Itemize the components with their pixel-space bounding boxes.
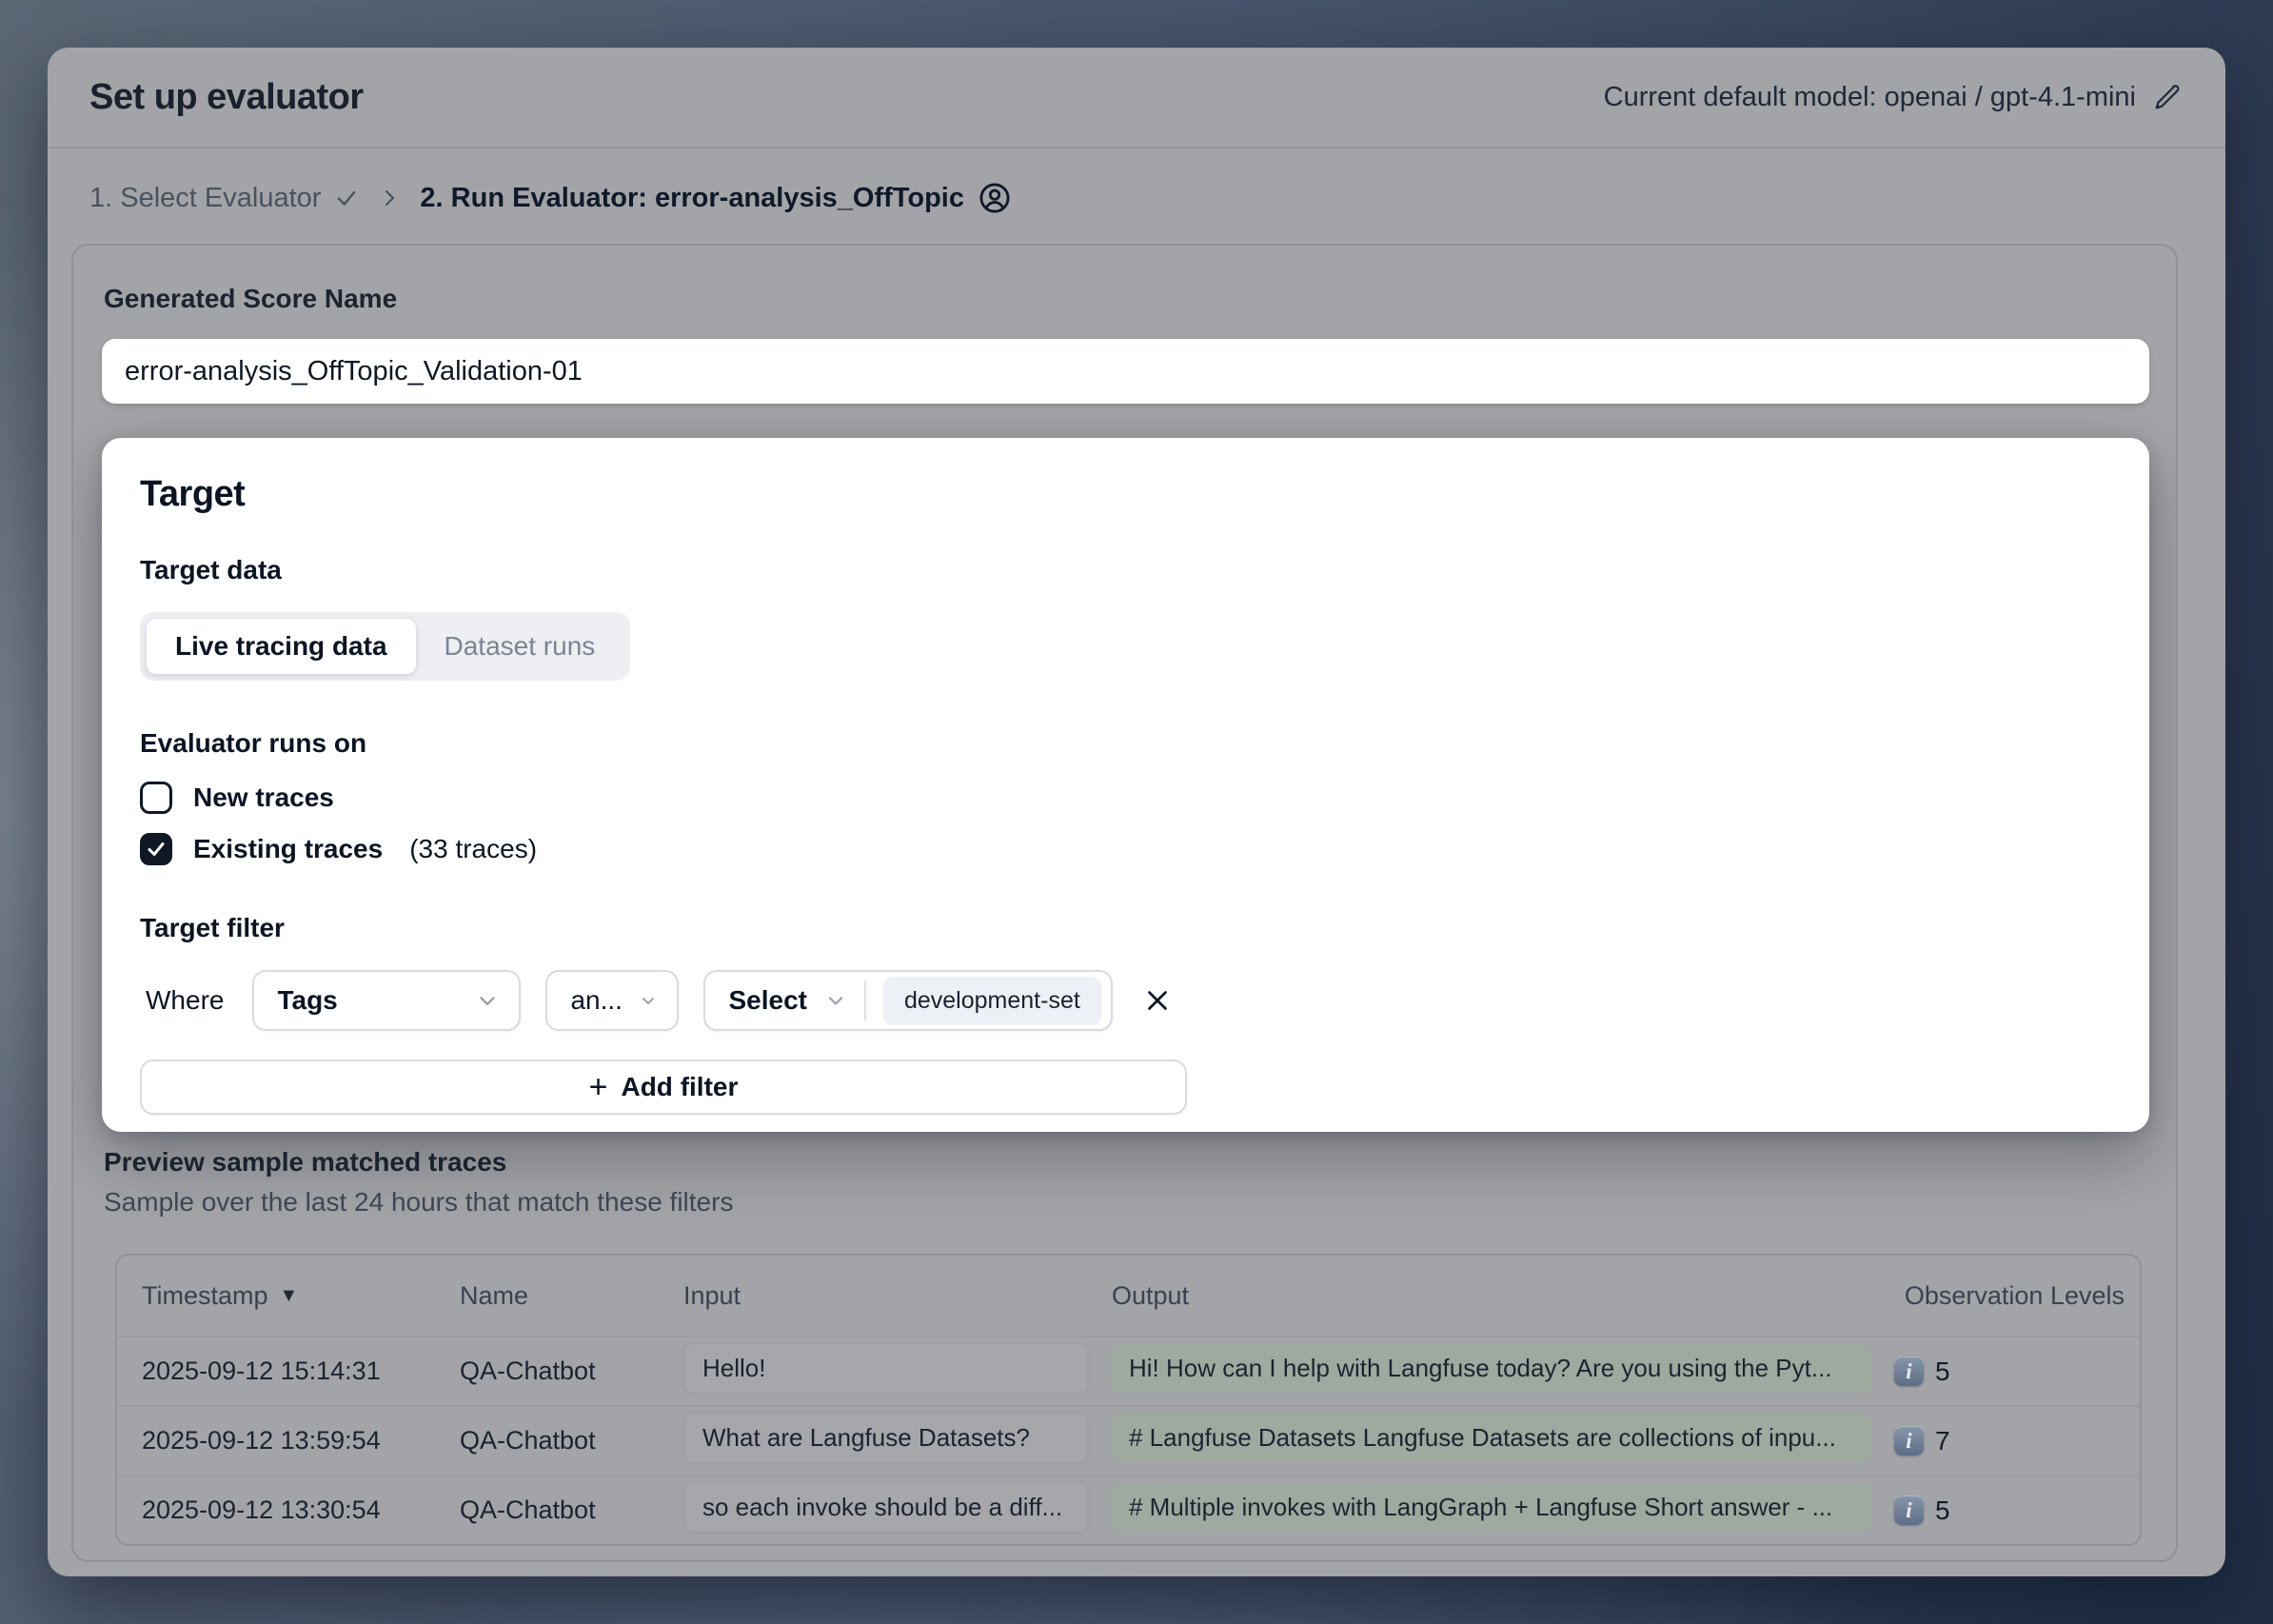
column-header-name: Name — [460, 1281, 683, 1311]
table-row[interactable]: 2025-09-12 15:14:31 QA-Chatbot Hello! Hi… — [117, 1336, 2140, 1405]
table-row[interactable]: 2025-09-12 13:30:54 QA-Chatbot so each i… — [117, 1475, 2140, 1544]
timestamp-cell: 2025-09-12 13:59:54 — [117, 1426, 460, 1456]
observation-levels-cell: i 7 — [1892, 1426, 2140, 1456]
column-header-timestamp[interactable]: Timestamp ▼ — [117, 1281, 460, 1311]
filter-operator-value: an... — [570, 985, 622, 1016]
new-traces-checkbox[interactable] — [140, 782, 172, 814]
filter-operator-select[interactable]: an... — [545, 970, 679, 1031]
preview-subtitle: Sample over the last 24 hours that match… — [104, 1187, 2149, 1218]
table-row[interactable]: 2025-09-12 13:59:54 QA-Chatbot What are … — [117, 1405, 2140, 1475]
input-cell[interactable]: What are Langfuse Datasets? — [683, 1412, 1089, 1464]
info-badge-icon: i — [1894, 1426, 1924, 1456]
x-icon — [1141, 984, 1174, 1017]
page-title: Set up evaluator — [89, 77, 364, 118]
name-cell: QA-Chatbot — [460, 1495, 683, 1525]
column-header-output: Output — [1112, 1281, 1892, 1311]
check-icon — [334, 186, 359, 210]
existing-traces-checkbox[interactable] — [140, 833, 172, 865]
plus-icon: + — [589, 1071, 608, 1103]
score-name-input[interactable] — [102, 339, 2149, 404]
observation-levels-cell: i 5 — [1892, 1357, 2140, 1387]
filter-value-chip[interactable]: development-set — [883, 977, 1101, 1025]
divider — [864, 980, 866, 1020]
checkbox-row-existing-traces[interactable]: Existing traces (33 traces) — [140, 833, 2111, 865]
existing-traces-count: (33 traces) — [409, 834, 537, 864]
breadcrumb-step-run-evaluator: 2. Run Evaluator: error-analysis_OffTopi… — [420, 181, 1012, 215]
timestamp-cell: 2025-09-12 15:14:31 — [117, 1357, 460, 1386]
add-filter-button[interactable]: + Add filter — [140, 1060, 1187, 1115]
output-cell[interactable]: Hi! How can I help with Langfuse today? … — [1112, 1344, 1871, 1393]
input-cell[interactable]: so each invoke should be a diff... — [683, 1481, 1089, 1534]
default-model-info: Current default model: openai / gpt-4.1-… — [1604, 82, 2182, 113]
output-cell[interactable]: # Multiple invokes with LangGraph + Lang… — [1112, 1483, 1871, 1532]
checkbox-row-new-traces[interactable]: New traces — [140, 782, 2111, 814]
target-title: Target — [140, 474, 2111, 515]
chevron-down-icon — [824, 989, 847, 1012]
info-badge-icon: i — [1894, 1495, 1924, 1525]
add-filter-label: Add filter — [621, 1072, 738, 1102]
breadcrumb-step-select-evaluator[interactable]: 1. Select Evaluator — [89, 183, 359, 214]
input-cell[interactable]: Hello! — [683, 1342, 1089, 1395]
target-data-label: Target data — [140, 555, 2111, 585]
default-model-label: Current default model: openai / gpt-4.1-… — [1604, 82, 2136, 113]
timestamp-cell: 2025-09-12 13:30:54 — [117, 1495, 460, 1525]
evaluator-form: Generated Score Name Target Target data … — [71, 244, 2178, 1562]
tab-live-tracing-data[interactable]: Live tracing data — [147, 619, 416, 674]
preview-title: Preview sample matched traces — [104, 1147, 2149, 1178]
output-cell[interactable]: # Langfuse Datasets Langfuse Datasets ar… — [1112, 1414, 1871, 1462]
name-cell: QA-Chatbot — [460, 1426, 683, 1456]
existing-traces-label: Existing traces — [193, 834, 383, 864]
preview-table: Timestamp ▼ Name Input Output Observatio… — [115, 1254, 2142, 1546]
target-filter-label: Target filter — [140, 913, 2111, 943]
observation-count: 7 — [1935, 1426, 1950, 1456]
score-name-label: Generated Score Name — [104, 284, 2149, 314]
new-traces-label: New traces — [193, 782, 334, 813]
where-label: Where — [146, 985, 224, 1016]
timestamp-header-label: Timestamp — [142, 1281, 268, 1311]
column-header-observation-levels: Observation Levels — [1892, 1281, 2140, 1311]
breadcrumb: 1. Select Evaluator 2. Run Evaluator: er… — [48, 149, 2225, 244]
observation-count: 5 — [1935, 1495, 1950, 1526]
target-card: Target Target data Live tracing data Dat… — [102, 438, 2149, 1132]
table-header-row: Timestamp ▼ Name Input Output Observatio… — [117, 1256, 2140, 1336]
filter-value-select-label: Select — [728, 985, 807, 1016]
filter-column-value: Tags — [277, 985, 337, 1016]
chevron-right-icon — [378, 187, 401, 209]
setup-evaluator-modal: Set up evaluator Current default model: … — [48, 48, 2225, 1576]
remove-filter-button[interactable] — [1141, 984, 1174, 1017]
tab-dataset-runs[interactable]: Dataset runs — [416, 619, 624, 674]
filter-value-select[interactable]: Select development-set — [703, 970, 1112, 1031]
observation-count: 5 — [1935, 1357, 1950, 1387]
column-header-input: Input — [683, 1281, 1112, 1311]
filter-row: Where Tags an... — [140, 970, 2111, 1031]
info-badge-icon: i — [1894, 1357, 1924, 1386]
modal-header: Set up evaluator Current default model: … — [48, 48, 2225, 149]
chevron-down-icon — [639, 991, 658, 1010]
step-2-label: 2. Run Evaluator: error-analysis_OffTopi… — [420, 183, 964, 214]
name-cell: QA-Chatbot — [460, 1357, 683, 1386]
chevron-down-icon — [475, 988, 500, 1013]
sort-desc-icon: ▼ — [280, 1285, 299, 1307]
step-1-label: 1. Select Evaluator — [89, 183, 321, 214]
pencil-icon[interactable] — [2153, 83, 2182, 111]
observation-levels-cell: i 5 — [1892, 1495, 2140, 1526]
evaluator-runs-on-label: Evaluator runs on — [140, 728, 2111, 759]
filter-column-select[interactable]: Tags — [252, 970, 521, 1031]
target-data-tabs: Live tracing data Dataset runs — [140, 612, 630, 681]
user-circle-icon — [978, 181, 1012, 215]
